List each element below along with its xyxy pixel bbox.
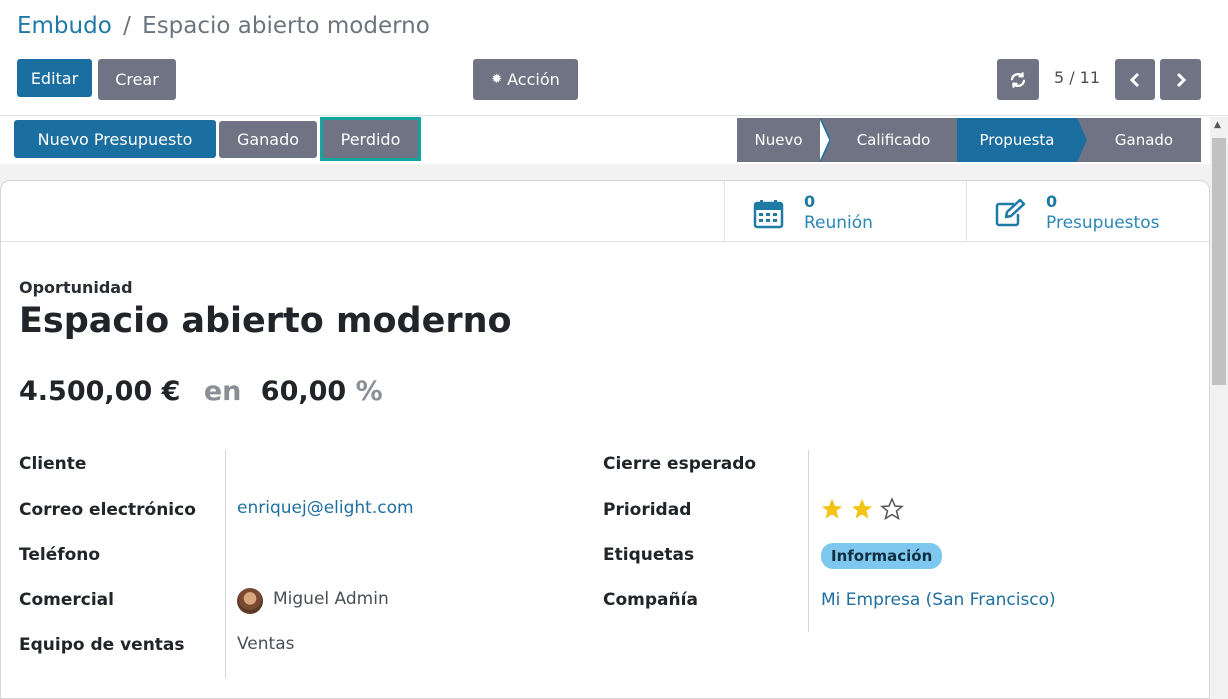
stage-propuesta[interactable]: Propuesta bbox=[957, 118, 1077, 162]
stage-nuevo[interactable]: Nuevo bbox=[737, 118, 820, 162]
avatar bbox=[237, 588, 263, 614]
gear-icon: ✹ bbox=[491, 72, 503, 87]
expected-revenue: 4.500,00 € bbox=[19, 376, 181, 407]
stage-calificado[interactable]: Calificado bbox=[830, 118, 957, 162]
action-button[interactable]: ✹ Acción bbox=[473, 59, 578, 100]
status-bar: Nuevo Presupuesto Ganado Perdido Nuevo C… bbox=[0, 117, 1210, 164]
pager-value[interactable]: 5 / 11 bbox=[1047, 68, 1107, 87]
refresh-button[interactable] bbox=[997, 59, 1039, 100]
pager-previous-button[interactable] bbox=[1115, 59, 1155, 100]
stage-label: Ganado bbox=[1114, 131, 1174, 149]
chevron-left-icon bbox=[1129, 72, 1140, 87]
sales-team-value[interactable]: Ventas bbox=[237, 634, 294, 654]
email-value[interactable]: enriquej@elight.com bbox=[237, 498, 414, 518]
stage-label: Nuevo bbox=[754, 131, 803, 149]
quotations-count: 0 bbox=[1046, 192, 1058, 211]
meeting-label: Reunión bbox=[804, 213, 873, 233]
stage-ganado[interactable]: Ganado bbox=[1087, 118, 1201, 162]
salesperson-label: Comercial bbox=[19, 590, 114, 610]
priority-label: Prioridad bbox=[603, 500, 692, 520]
record-title: Espacio abierto moderno bbox=[19, 301, 512, 341]
in-word: en bbox=[203, 376, 242, 407]
refresh-icon bbox=[1010, 71, 1026, 88]
star-filled-icon[interactable] bbox=[850, 497, 874, 521]
scroll-up-icon[interactable]: ▲ bbox=[1214, 120, 1221, 130]
new-quotation-button[interactable]: Nuevo Presupuesto bbox=[14, 120, 216, 158]
breadcrumb-current: Espacio abierto moderno bbox=[142, 13, 430, 39]
meeting-smart-button[interactable]: 0 Reunión bbox=[724, 181, 966, 242]
action-label: Acción bbox=[507, 70, 560, 89]
stage-pipeline: Nuevo Calificado Propuesta Ganado bbox=[737, 118, 1201, 162]
tag-badge[interactable]: Información bbox=[821, 543, 943, 569]
pager-next-button[interactable] bbox=[1160, 59, 1201, 100]
company-value[interactable]: Mi Empresa (San Francisco) bbox=[821, 590, 1056, 610]
priority-stars[interactable] bbox=[820, 497, 904, 521]
create-button[interactable]: Crear bbox=[98, 59, 176, 100]
quotations-smart-button[interactable]: 0 Presupuestos bbox=[966, 181, 1209, 242]
control-panel: Embudo / Espacio abierto moderno Editar … bbox=[0, 0, 1228, 116]
smart-button-box: 0 Reunión 0 Presupuestos bbox=[1, 181, 1209, 242]
percent-sign: % bbox=[355, 376, 383, 407]
mark-lost-button[interactable]: Perdido bbox=[320, 117, 421, 161]
edit-icon bbox=[995, 199, 1026, 227]
form-sheet: 0 Reunión 0 Presupuestos Oportunidad Esp… bbox=[0, 180, 1210, 699]
breadcrumb-parent-link[interactable]: Embudo bbox=[17, 13, 112, 39]
revenue-line: 4.500,00 € en 60,00 % bbox=[19, 376, 383, 407]
stage-arrow bbox=[820, 118, 830, 162]
breadcrumb: Embudo / Espacio abierto moderno bbox=[17, 13, 430, 39]
left-divider bbox=[225, 450, 226, 678]
phone-label: Teléfono bbox=[19, 545, 101, 565]
chevron-right-icon bbox=[1176, 72, 1186, 87]
stage-arrow bbox=[1077, 118, 1087, 162]
email-label: Correo electrónico bbox=[19, 500, 196, 520]
salesperson-value[interactable]: Miguel Admin bbox=[273, 589, 389, 609]
record-type-label: Oportunidad bbox=[19, 278, 133, 297]
scrollbar-thumb[interactable] bbox=[1212, 138, 1226, 385]
company-label: Compañía bbox=[603, 590, 698, 610]
meeting-count: 0 bbox=[804, 192, 816, 211]
stage-label: Calificado bbox=[856, 131, 931, 149]
sales-team-label: Equipo de ventas bbox=[19, 635, 185, 655]
customer-label: Cliente bbox=[19, 454, 87, 474]
stage-label: Propuesta bbox=[979, 131, 1055, 149]
breadcrumb-separator: / bbox=[123, 13, 131, 39]
probability-value: 60,00 bbox=[260, 376, 347, 407]
edit-button[interactable]: Editar bbox=[17, 59, 92, 97]
right-divider bbox=[808, 450, 809, 632]
calendar-icon bbox=[753, 200, 784, 229]
quotations-label: Presupuestos bbox=[1046, 213, 1160, 233]
star-filled-icon[interactable] bbox=[820, 497, 844, 521]
star-empty-icon[interactable] bbox=[880, 497, 904, 521]
mark-won-button[interactable]: Ganado bbox=[219, 121, 317, 158]
tags-label: Etiquetas bbox=[603, 545, 695, 565]
expected-closing-label: Cierre esperado bbox=[603, 454, 757, 474]
